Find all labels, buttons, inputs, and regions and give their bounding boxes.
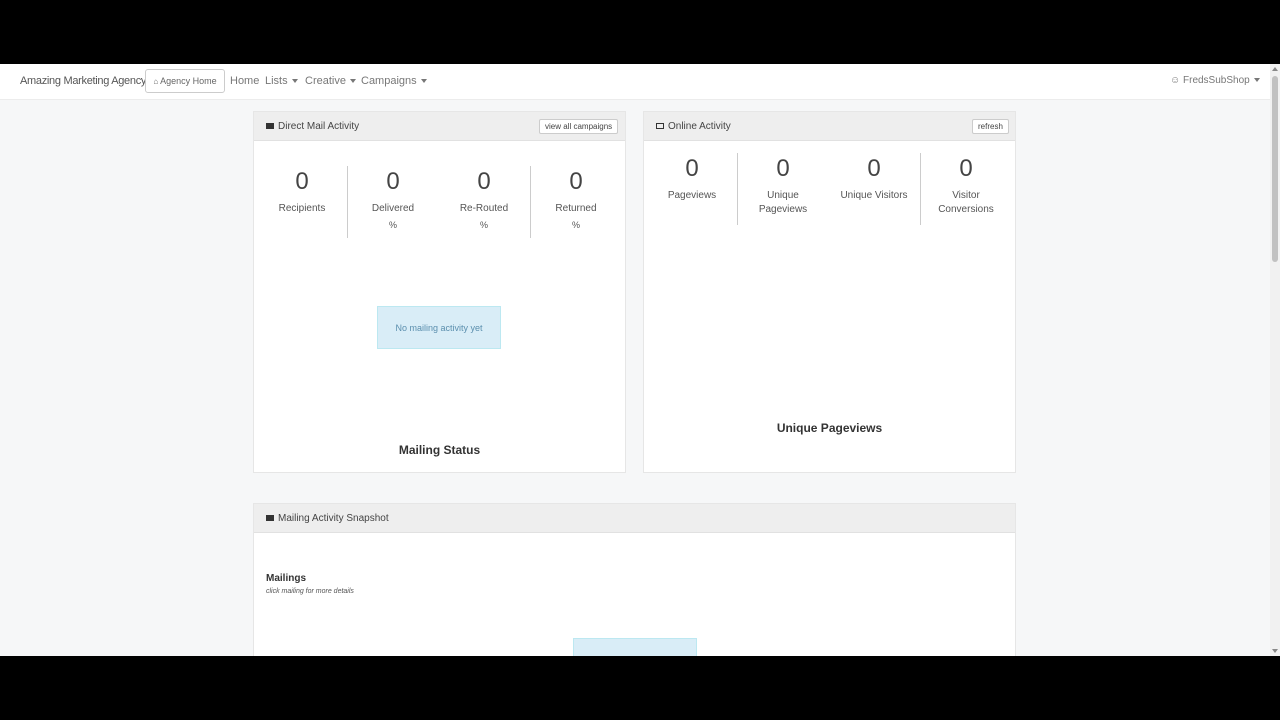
- stat-value: 0: [867, 155, 881, 182]
- chevron-down-icon: [1253, 78, 1260, 83]
- envelope-icon: [266, 123, 274, 129]
- chevron-down-icon: [420, 79, 427, 84]
- agency-home-label: Agency Home: [160, 76, 217, 86]
- stat-label: Unique Visitors: [840, 190, 908, 201]
- stat-value: 0: [685, 155, 699, 182]
- stat-unique-visitors: 0 Unique Visitors: [828, 155, 920, 203]
- mailings-notice: [573, 638, 697, 656]
- mailings-heading: Mailings: [266, 573, 307, 584]
- direct-mail-title: Direct Mail Activity: [266, 121, 359, 132]
- stat-label: Recipients: [278, 203, 326, 214]
- stat-visitor-conversions: 0 Visitor Conversions: [920, 155, 1012, 217]
- online-activity-title: Online Activity: [656, 121, 731, 132]
- nav-item-campaigns-label: Campaigns: [361, 75, 417, 87]
- stat-label: Re-Routed: [459, 203, 509, 214]
- user-icon: ☺: [1170, 75, 1181, 86]
- scroll-up-icon[interactable]: [1272, 67, 1278, 71]
- nav-item-campaigns[interactable]: Campaigns: [361, 75, 427, 87]
- mailing-snapshot-panel: Mailing Activity Snapshot Mailings click…: [253, 503, 1016, 656]
- stat-label: Pageviews: [667, 190, 717, 201]
- nav-item-creative-label: Creative: [305, 75, 346, 87]
- mailing-snapshot-title-text: Mailing Activity Snapshot: [278, 513, 389, 524]
- scroll-down-icon[interactable]: [1272, 649, 1278, 653]
- mailing-snapshot-header: Mailing Activity Snapshot: [254, 504, 1015, 533]
- online-activity-header: Online Activity refresh: [644, 112, 1015, 141]
- stat-percent: %: [388, 220, 397, 230]
- stat-value: 0: [477, 168, 491, 195]
- stat-delivered: 0 Delivered %: [347, 168, 439, 230]
- online-activity-panel: Online Activity refresh 0 Pageviews 0 Un…: [643, 111, 1016, 473]
- nav-item-lists[interactable]: Lists: [265, 75, 298, 87]
- stat-recipients: 0 Recipients: [256, 168, 348, 220]
- laptop-icon: [656, 123, 664, 129]
- stat-value: 0: [959, 155, 973, 182]
- stat-value: 0: [569, 168, 583, 195]
- no-activity-notice: No mailing activity yet: [377, 306, 501, 349]
- stat-label: Unique Pageviews: [758, 190, 808, 215]
- refresh-button[interactable]: refresh: [972, 119, 1009, 134]
- unique-pageviews-chart-title: Unique Pageviews: [776, 421, 883, 435]
- nav-item-home-label: Home: [230, 75, 260, 87]
- direct-mail-title-text: Direct Mail Activity: [278, 121, 360, 132]
- stat-pageviews: 0 Pageviews: [646, 155, 738, 203]
- stat-percent: %: [479, 220, 488, 230]
- chevron-down-icon: [291, 79, 298, 84]
- nav-item-home[interactable]: Home: [230, 75, 259, 87]
- user-name: FredsSubShop: [1183, 75, 1250, 86]
- vertical-scrollbar[interactable]: [1270, 64, 1280, 656]
- mailing-status-chart-title: Mailing Status: [398, 443, 481, 457]
- stat-label: Visitor Conversions: [938, 190, 994, 215]
- nav-item-creative[interactable]: Creative: [305, 75, 356, 87]
- stat-value: 0: [386, 168, 400, 195]
- nav-item-lists-label: Lists: [265, 75, 288, 87]
- stat-returned: 0 Returned %: [530, 168, 622, 230]
- stat-value: 0: [776, 155, 790, 182]
- stat-label: Returned: [555, 203, 597, 214]
- top-navbar: Amazing Marketing Agency ⌂ Agency Home H…: [0, 64, 1270, 100]
- agency-home-button[interactable]: ⌂ Agency Home: [145, 69, 225, 93]
- view-all-campaigns-button[interactable]: view all campaigns: [539, 119, 619, 134]
- direct-mail-panel: Direct Mail Activity view all campaigns …: [253, 111, 626, 473]
- mailing-snapshot-title: Mailing Activity Snapshot: [266, 513, 389, 524]
- direct-mail-header: Direct Mail Activity view all campaigns: [254, 112, 625, 141]
- stat-unique-pageviews: 0 Unique Pageviews: [737, 155, 829, 217]
- stat-value: 0: [295, 168, 309, 195]
- stat-label: Delivered: [371, 203, 415, 214]
- online-activity-title-text: Online Activity: [668, 121, 731, 132]
- scroll-thumb[interactable]: [1272, 76, 1278, 262]
- browser-viewport: Amazing Marketing Agency ⌂ Agency Home H…: [0, 64, 1280, 656]
- stat-rerouted: 0 Re-Routed %: [438, 168, 530, 230]
- user-menu[interactable]: ☺ FredsSubShop: [1170, 75, 1260, 86]
- brand-name[interactable]: Amazing Marketing Agency: [20, 75, 146, 87]
- stat-percent: %: [571, 220, 580, 230]
- chevron-down-icon: [349, 79, 356, 84]
- envelope-icon: [266, 515, 274, 521]
- home-icon: ⌂: [153, 76, 159, 86]
- mailings-subtext: click mailing for more details: [266, 588, 354, 595]
